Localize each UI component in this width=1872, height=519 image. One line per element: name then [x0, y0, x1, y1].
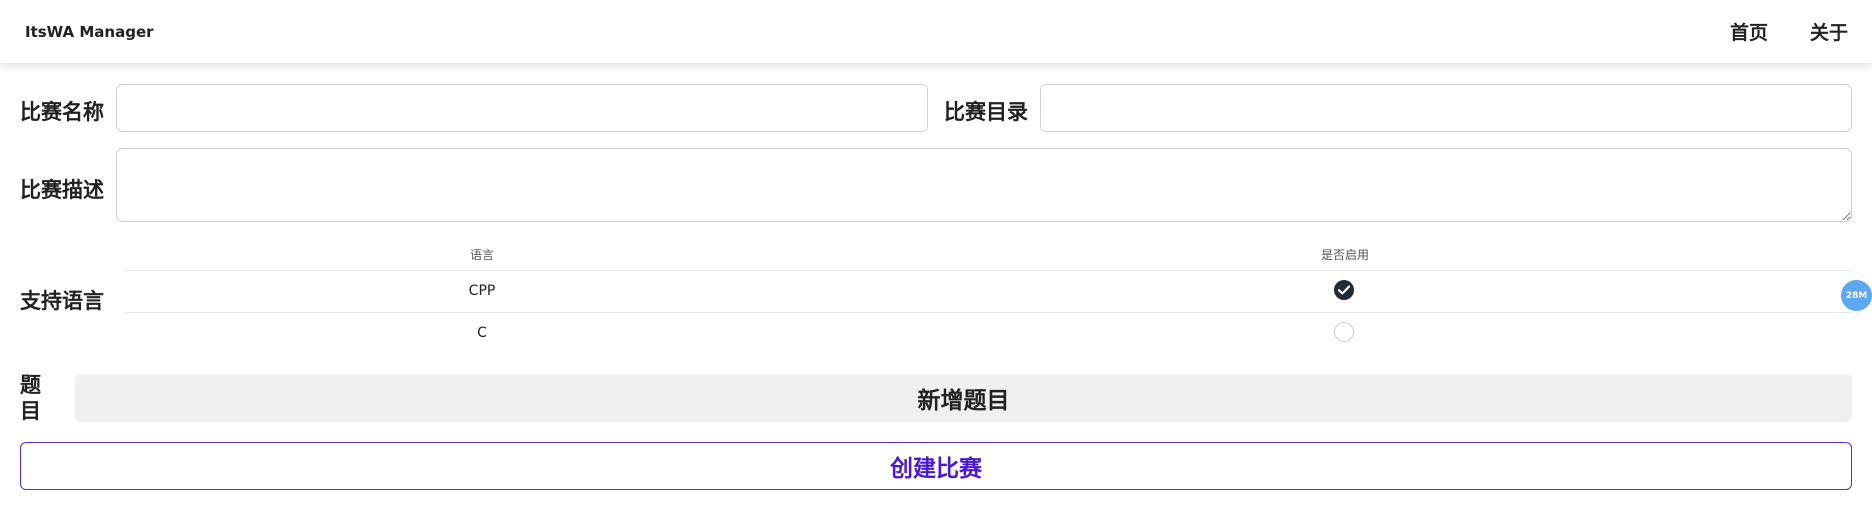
- enabled-checkbox-unchecked[interactable]: [1334, 322, 1354, 342]
- problems-label: 题 目: [20, 372, 41, 424]
- contest-name-label: 比赛名称: [20, 100, 104, 124]
- brand-title[interactable]: ItsWA Manager: [25, 23, 154, 41]
- contest-description-textarea[interactable]: [116, 148, 1852, 222]
- floating-memory-badge[interactable]: 28M: [1841, 280, 1872, 311]
- language-name: C: [477, 325, 487, 341]
- table-row: CPP: [125, 270, 1852, 312]
- language-name: CPP: [468, 283, 496, 299]
- create-contest-button[interactable]: 创建比赛: [20, 442, 1852, 490]
- check-icon: [1338, 285, 1350, 295]
- problems-label-line1: 题: [20, 373, 41, 397]
- add-problem-button[interactable]: 新增题目: [75, 374, 1852, 422]
- contest-directory-input[interactable]: [1040, 84, 1852, 132]
- column-header-language: 语言: [469, 248, 495, 262]
- table-row: C: [125, 312, 1852, 354]
- column-header-enabled: 是否启用: [1320, 248, 1370, 262]
- navbar: ItsWA Manager 首页 关于: [0, 0, 1872, 63]
- problems-label-line2: 目: [20, 399, 41, 423]
- enabled-checkbox-checked[interactable]: [1334, 280, 1354, 300]
- nav-link-about[interactable]: 关于: [1810, 18, 1848, 45]
- nav-link-home[interactable]: 首页: [1730, 18, 1768, 45]
- contest-directory-label: 比赛目录: [944, 100, 1028, 124]
- contest-description-label: 比赛描述: [20, 178, 104, 202]
- languages-label: 支持语言: [20, 289, 104, 313]
- contest-name-input[interactable]: [116, 84, 928, 132]
